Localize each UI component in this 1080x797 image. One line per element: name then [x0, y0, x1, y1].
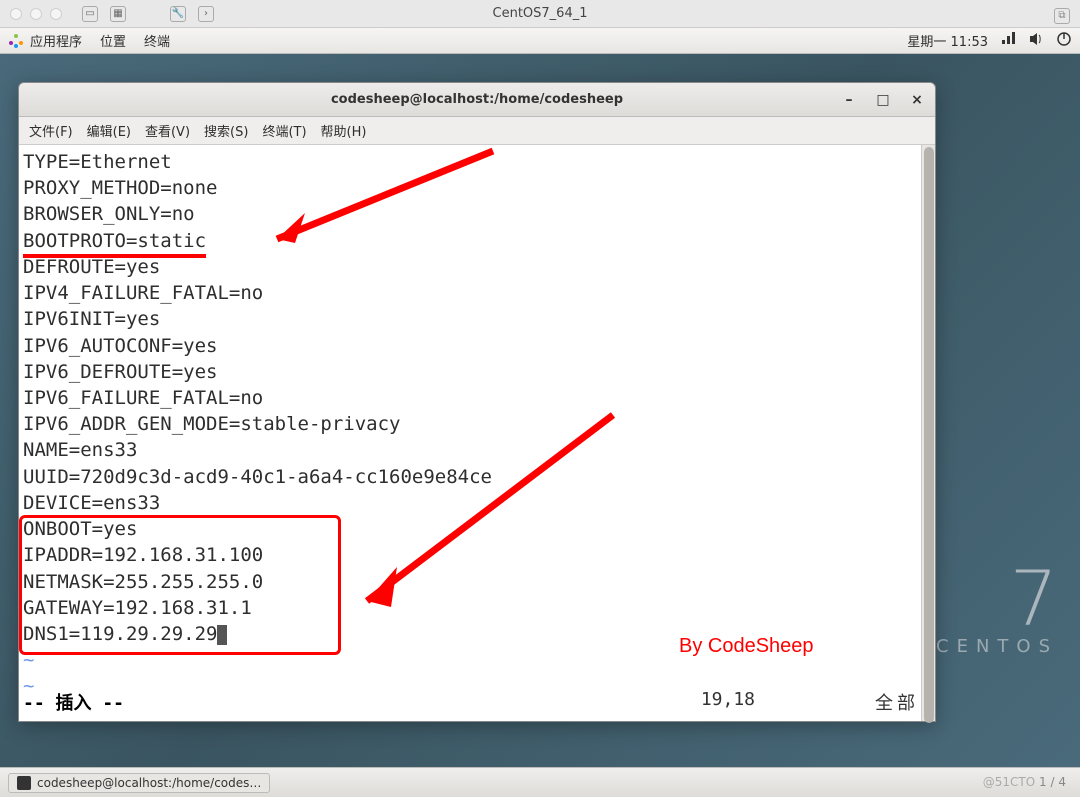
host-toolbar-left: ▭ ▦ 🔧 › — [82, 6, 214, 22]
config-line: DEVICE=ens33 — [23, 492, 160, 514]
terminal-content[interactable]: TYPE=Ethernet PROXY_METHOD=none BROWSER_… — [23, 149, 935, 700]
config-line: TYPE=Ethernet — [23, 151, 172, 173]
config-line: UUID=720d9c3d-acd9-40c1-a6a4-cc160e9e84c… — [23, 466, 492, 488]
config-line: IPV6_DEFROUTE=yes — [23, 361, 217, 383]
terminal-window: codesheep@localhost:/home/codesheep – □ … — [18, 82, 936, 722]
fullscreen-icon[interactable]: ⧉ — [1054, 8, 1070, 24]
panel-clock[interactable]: 星期一 11:53 — [907, 31, 988, 50]
wrench-icon[interactable]: 🔧 — [170, 6, 186, 22]
vim-scroll-indicator: 全部 — [875, 689, 919, 715]
config-line: IPV6_ADDR_GEN_MODE=stable-privacy — [23, 413, 401, 435]
maximize-button[interactable] — [50, 8, 62, 20]
vim-status-line: -- 插入 -- 19,18 全部 — [23, 689, 919, 715]
vim-cursor-position: 19,18 — [701, 689, 755, 715]
config-line: GATEWAY=192.168.31.1 — [23, 597, 252, 619]
menu-edit[interactable]: 编辑(E) — [87, 121, 131, 140]
menu-view[interactable]: 查看(V) — [145, 121, 190, 140]
config-line: IPV4_FAILURE_FATAL=no — [23, 282, 263, 304]
config-line: NETMASK=255.255.255.0 — [23, 571, 263, 593]
centos-wallpaper-mark: 7 CENTOS — [936, 569, 1058, 657]
volume-icon[interactable] — [1028, 32, 1044, 50]
config-line: IPV6_AUTOCONF=yes — [23, 335, 217, 357]
forward-icon[interactable]: › — [198, 6, 214, 22]
panel-applications[interactable]: 应用程序 — [30, 31, 82, 50]
terminal-title: codesheep@localhost:/home/codesheep — [331, 92, 623, 107]
traffic-lights — [10, 8, 62, 20]
taskbar-item-label: codesheep@localhost:/home/codes… — [37, 776, 261, 790]
window-maximize-button[interactable]: □ — [873, 90, 893, 110]
centos-label: CENTOS — [936, 636, 1058, 657]
menu-terminal[interactable]: 终端(T) — [262, 121, 306, 140]
host-toolbar-right: ⧉ — [1054, 3, 1070, 24]
config-line: IPV6_FAILURE_FATAL=no — [23, 387, 263, 409]
config-line: IPADDR=192.168.31.100 — [23, 544, 263, 566]
taskbar-item-terminal[interactable]: codesheep@localhost:/home/codes… — [8, 773, 270, 793]
menu-search[interactable]: 搜索(S) — [204, 121, 248, 140]
desktop: 7 CENTOS codesheep@localhost:/home/codes… — [0, 54, 1080, 767]
host-window-title: CentOS7_64_1 — [493, 6, 588, 21]
applications-menu-icon[interactable] — [8, 33, 24, 49]
cursor — [217, 625, 227, 645]
config-line: ONBOOT=yes — [23, 518, 137, 540]
config-line: PROXY_METHOD=none — [23, 177, 217, 199]
snapshot-icon[interactable]: ▦ — [110, 6, 126, 22]
vim-mode: -- 插入 -- — [23, 689, 124, 715]
menu-file[interactable]: 文件(F) — [29, 121, 73, 140]
network-icon[interactable] — [1000, 32, 1016, 50]
terminal-titlebar[interactable]: codesheep@localhost:/home/codesheep – □ … — [19, 83, 935, 117]
minimize-button[interactable] — [30, 8, 42, 20]
config-line: NAME=ens33 — [23, 439, 137, 461]
page-source: @51CTO — [983, 775, 1035, 789]
config-line: DEFROUTE=yes — [23, 256, 160, 278]
gnome-top-panel: 应用程序 位置 终端 星期一 11:53 — [0, 28, 1080, 54]
panel-terminal[interactable]: 终端 — [144, 31, 170, 50]
close-button[interactable] — [10, 8, 22, 20]
config-line-highlight: BOOTPROTO=static — [23, 228, 206, 258]
terminal-body[interactable]: TYPE=Ethernet PROXY_METHOD=none BROWSER_… — [19, 145, 935, 721]
terminal-scrollbar[interactable] — [921, 145, 935, 721]
window-close-button[interactable]: × — [907, 90, 927, 110]
vim-tilde: ~ — [23, 649, 34, 671]
menu-help[interactable]: 帮助(H) — [321, 121, 367, 140]
centos-version: 7 — [936, 569, 1058, 630]
config-line: BROWSER_ONLY=no — [23, 203, 195, 225]
page-number: 1 / 4 — [1039, 775, 1066, 789]
window-minimize-button[interactable]: – — [839, 90, 859, 110]
power-icon[interactable] — [1056, 31, 1072, 51]
page-marker: @51CTO 1 / 4 — [983, 775, 1066, 789]
sidebar-toggle-icon[interactable]: ▭ — [82, 6, 98, 22]
terminal-icon — [17, 776, 31, 790]
config-line: IPV6INIT=yes — [23, 308, 160, 330]
gnome-taskbar: codesheep@localhost:/home/codes… — [0, 767, 1080, 797]
host-window-chrome: ▭ ▦ 🔧 › CentOS7_64_1 ⧉ — [0, 0, 1080, 28]
terminal-menubar: 文件(F) 编辑(E) 查看(V) 搜索(S) 终端(T) 帮助(H) — [19, 117, 935, 145]
config-line: DNS1=119.29.29.29 — [23, 623, 217, 645]
scrollbar-thumb[interactable] — [924, 147, 934, 723]
panel-places[interactable]: 位置 — [100, 31, 126, 50]
watermark-text: By CodeSheep — [679, 635, 814, 658]
